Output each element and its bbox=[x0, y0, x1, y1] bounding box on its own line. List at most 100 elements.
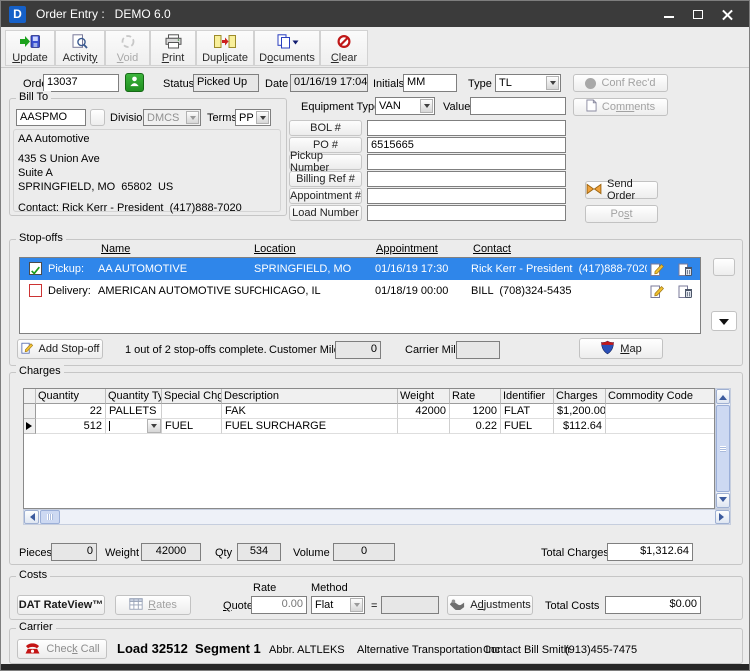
adjustments-button[interactable]: Adjustments bbox=[447, 595, 533, 615]
col-commodity-code[interactable]: Commodity Code bbox=[606, 389, 714, 404]
pickup-number-button[interactable]: Pickup Number bbox=[289, 154, 362, 170]
charge-row-current[interactable]: 512 FUEL FUEL SURCHARGE 0.22 FUEL $112.6… bbox=[24, 419, 714, 434]
vscroll-thumb[interactable] bbox=[716, 405, 730, 492]
cell-commodity-code[interactable] bbox=[606, 419, 714, 434]
comments-button[interactable]: Comments bbox=[573, 98, 668, 116]
quote-rate-field[interactable]: 0.00 bbox=[251, 596, 307, 614]
add-stopoff-button[interactable]: Add Stop-off bbox=[17, 339, 103, 359]
col-quantity[interactable]: Quantity bbox=[36, 389, 106, 404]
po-field[interactable]: 6515665 bbox=[367, 137, 566, 153]
documents-button[interactable]: Documents bbox=[254, 30, 320, 66]
cell-rate[interactable]: 0.22 bbox=[450, 419, 501, 434]
chevron-down-icon[interactable] bbox=[147, 419, 161, 433]
stopoff-row-delivery[interactable]: Delivery: AMERICAN AUTOMOTIVE SUPPLIES C… bbox=[20, 280, 700, 302]
cell-charges[interactable]: $1,200.00 bbox=[554, 404, 606, 419]
initials-field[interactable]: MM bbox=[403, 74, 457, 92]
cell-description[interactable]: FAK bbox=[222, 404, 398, 419]
col-rate[interactable]: Rate bbox=[450, 389, 501, 404]
method-select[interactable]: Flat bbox=[311, 596, 365, 614]
check-call-button[interactable]: Check Call bbox=[17, 639, 107, 659]
cell-rate[interactable]: 1200 bbox=[450, 404, 501, 419]
cell-quantity-type-editor[interactable] bbox=[106, 419, 162, 434]
current-row-marker[interactable] bbox=[24, 419, 36, 434]
map-button[interactable]: Map bbox=[579, 338, 663, 359]
cell-weight[interactable]: 42000 bbox=[398, 404, 450, 419]
type-select[interactable]: TL bbox=[495, 74, 561, 92]
scroll-left-icon[interactable] bbox=[24, 510, 39, 524]
activity-button[interactable]: Activity bbox=[55, 30, 105, 66]
stopoff-row-pickup[interactable]: Pickup: AA AUTOMOTIVE SPRINGFIELD, MO 01… bbox=[20, 258, 700, 280]
cell-special-chg[interactable]: FUEL bbox=[162, 419, 222, 434]
cell-special-chg[interactable] bbox=[162, 404, 222, 419]
cell-quantity[interactable]: 512 bbox=[36, 419, 106, 434]
equipment-type-select[interactable]: VAN bbox=[375, 97, 435, 115]
order-number-field[interactable]: 13037 bbox=[43, 74, 119, 92]
delete-stopoff-button[interactable] bbox=[677, 261, 694, 278]
edit-stopoff-button[interactable] bbox=[649, 283, 666, 300]
cell-charges[interactable]: $112.64 bbox=[554, 419, 606, 434]
customer-miles-field[interactable]: 0 bbox=[335, 341, 381, 359]
scroll-down-icon[interactable] bbox=[716, 493, 730, 508]
pickup-number-field[interactable] bbox=[367, 154, 566, 170]
scroll-right-icon[interactable] bbox=[715, 510, 730, 524]
minimize-icon[interactable] bbox=[664, 16, 674, 18]
col-appointment[interactable]: Appointment bbox=[376, 243, 438, 255]
row-selector[interactable] bbox=[24, 404, 36, 419]
hscroll-thumb[interactable] bbox=[40, 510, 60, 524]
col-identifier[interactable]: Identifier bbox=[501, 389, 554, 404]
scroll-up-icon[interactable] bbox=[716, 389, 730, 404]
appointment-number-field[interactable] bbox=[367, 188, 566, 204]
bill-to-code-field[interactable]: AASPMO bbox=[16, 109, 86, 126]
col-contact[interactable]: Contact bbox=[473, 243, 511, 255]
edit-stopoff-button[interactable] bbox=[649, 261, 666, 278]
update-button[interactable]: Update bbox=[5, 30, 55, 66]
cell-identifier[interactable]: FUEL bbox=[501, 419, 554, 434]
value-field[interactable] bbox=[470, 97, 566, 115]
load-number-button[interactable]: Load Number bbox=[289, 205, 362, 221]
col-location[interactable]: Location bbox=[254, 243, 296, 255]
billing-ref-field[interactable] bbox=[367, 171, 566, 187]
customer-lookup-button[interactable] bbox=[125, 73, 144, 92]
cell-quantity-type[interactable]: PALLETS bbox=[106, 404, 162, 419]
volume-field[interactable]: 0 bbox=[333, 543, 395, 561]
dat-rateview-button[interactable]: DAT RateView™ bbox=[17, 595, 105, 615]
cell-description[interactable]: FUEL SURCHARGE bbox=[222, 419, 398, 434]
charges-hscrollbar[interactable] bbox=[23, 509, 731, 525]
expand-stopoffs-button[interactable] bbox=[711, 311, 737, 331]
load-number-field[interactable] bbox=[367, 205, 566, 221]
billing-ref-button[interactable]: Billing Ref # bbox=[289, 171, 362, 187]
pickup-complete-checkbox[interactable] bbox=[29, 262, 42, 275]
col-charges[interactable]: Charges bbox=[554, 389, 606, 404]
col-weight[interactable]: Weight bbox=[398, 389, 450, 404]
print-button[interactable]: Print bbox=[150, 30, 196, 66]
charge-row[interactable]: 22 PALLETS FAK 42000 1200 FLAT $1,200.00 bbox=[24, 404, 714, 419]
delete-stopoff-button[interactable] bbox=[677, 283, 694, 300]
delivery-complete-checkbox[interactable] bbox=[29, 284, 42, 297]
col-special-chg[interactable]: Special Chg bbox=[162, 389, 222, 404]
appointment-number-button[interactable]: Appointment # bbox=[289, 188, 362, 204]
chevron-down-icon[interactable] bbox=[420, 99, 433, 113]
col-description[interactable]: Description bbox=[222, 389, 398, 404]
pieces-field[interactable]: 0 bbox=[51, 543, 97, 561]
cell-quantity[interactable]: 22 bbox=[36, 404, 106, 419]
charges-vscrollbar[interactable] bbox=[715, 388, 731, 509]
carrier-miles-field[interactable] bbox=[456, 341, 500, 359]
cell-identifier[interactable]: FLAT bbox=[501, 404, 554, 419]
duplicate-button[interactable]: Duplicate bbox=[196, 30, 254, 66]
close-icon[interactable] bbox=[722, 9, 733, 20]
bol-button[interactable]: BOL # bbox=[289, 120, 362, 136]
col-quantity-type[interactable]: Quantity Typ bbox=[106, 389, 162, 404]
weight-field[interactable]: 42000 bbox=[141, 543, 201, 561]
conf-recd-button[interactable]: Conf Rec'd bbox=[573, 74, 668, 92]
cell-commodity-code[interactable] bbox=[606, 404, 714, 419]
send-order-button[interactable]: Send Order bbox=[585, 181, 658, 199]
chevron-down-icon[interactable] bbox=[256, 111, 269, 124]
clear-button[interactable]: Clear bbox=[320, 30, 368, 66]
chevron-down-icon[interactable] bbox=[546, 76, 559, 90]
cell-weight[interactable] bbox=[398, 419, 450, 434]
terms-select[interactable]: PP bbox=[235, 109, 271, 126]
chevron-down-icon[interactable] bbox=[350, 598, 363, 612]
col-name[interactable]: Name bbox=[101, 243, 130, 255]
qty-field[interactable]: 534 bbox=[237, 543, 281, 561]
maximize-icon[interactable] bbox=[693, 10, 703, 19]
